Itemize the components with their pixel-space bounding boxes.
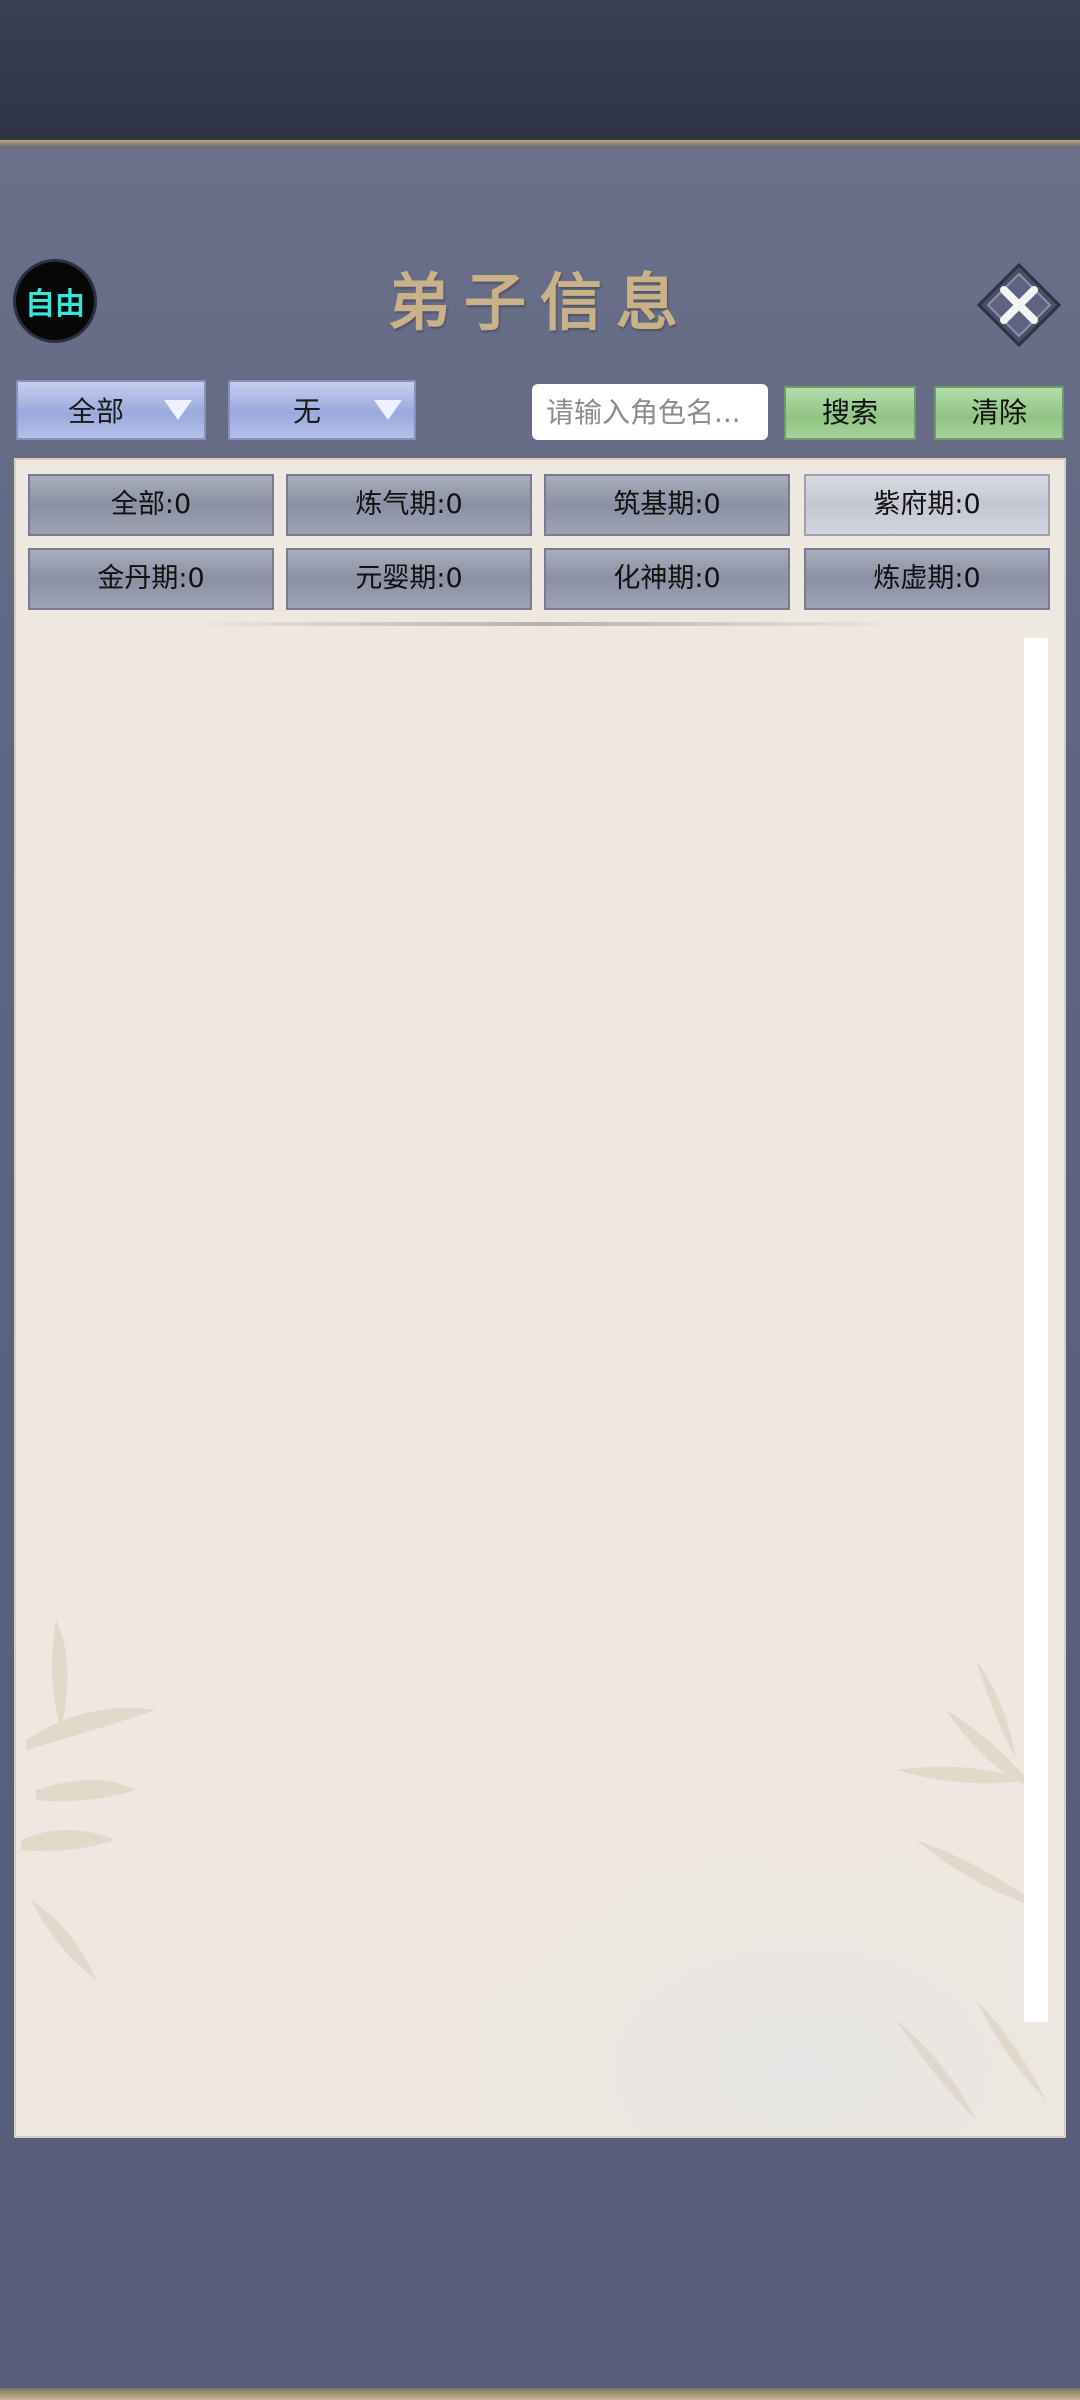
secondary-filter-dropdown[interactable]: 无 (228, 380, 416, 440)
divider (186, 622, 906, 626)
close-x-icon (976, 262, 1062, 348)
bottom-edge (0, 2388, 1080, 2400)
chevron-down-icon (374, 400, 402, 420)
stage-tab-qi-refining[interactable]: 炼气期:0 (286, 474, 532, 536)
stage-tab-foundation[interactable]: 筑基期:0 (544, 474, 790, 536)
clear-button[interactable]: 清除 (934, 386, 1064, 440)
stage-tab-nascent-soul[interactable]: 元婴期:0 (286, 548, 532, 610)
stage-tab-all[interactable]: 全部:0 (28, 474, 274, 536)
close-button[interactable] (976, 262, 1062, 348)
disciple-list-panel: 全部:0 炼气期:0 筑基期:0 紫府期:0 金丹期:0 元婴期:0 化神期:0… (14, 458, 1066, 2138)
search-input[interactable] (532, 384, 768, 440)
stage-tab-purple-mansion[interactable]: 紫府期:0 (804, 474, 1050, 536)
stage-tab-void-refining[interactable]: 炼虚期:0 (804, 548, 1050, 610)
search-button[interactable]: 搜索 (784, 386, 916, 440)
top-band (0, 0, 1080, 142)
page-title: 弟子信息 (387, 266, 692, 339)
chevron-down-icon (164, 400, 192, 420)
list-scrollbar[interactable] (1024, 638, 1048, 2022)
bamboo-watermark (16, 1460, 1064, 2136)
realm-filter-dropdown[interactable]: 全部 (16, 380, 206, 440)
stage-tab-spirit-severing[interactable]: 化神期:0 (544, 548, 790, 610)
stage-tab-golden-core[interactable]: 金丹期:0 (28, 548, 274, 610)
mode-badge[interactable]: 自由 (16, 262, 94, 340)
